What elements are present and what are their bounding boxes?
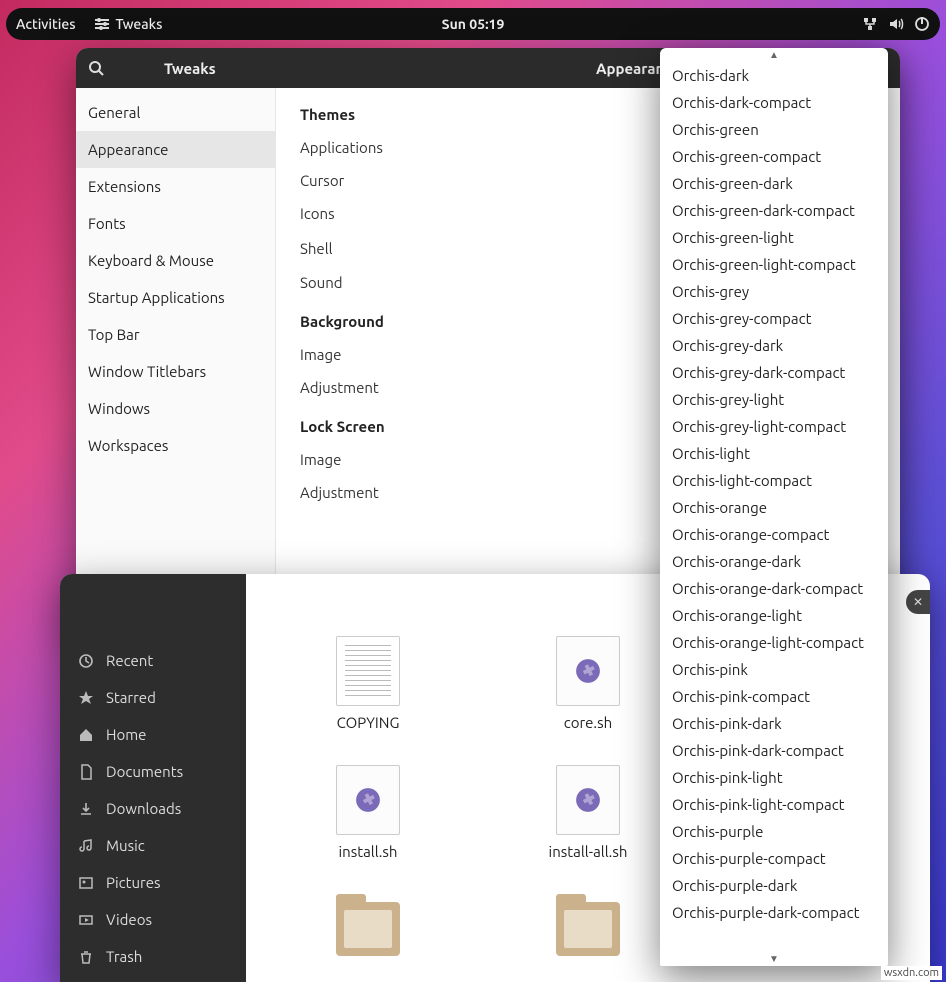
trash-icon <box>78 949 94 965</box>
app-menu[interactable]: Tweaks <box>94 16 163 32</box>
nav-home[interactable]: Home <box>60 716 246 753</box>
search-button[interactable] <box>86 58 106 78</box>
theme-option[interactable]: Orchis-dark <box>660 62 888 89</box>
theme-option[interactable]: Orchis-orange-light <box>660 602 888 629</box>
file-item[interactable]: COPYING <box>336 636 400 731</box>
theme-option[interactable]: Orchis-orange-dark <box>660 548 888 575</box>
folder-icon <box>556 894 620 964</box>
files-close-button[interactable]: ✕ <box>906 590 930 614</box>
files-sidebar: RecentStarredHomeDocumentsDownloadsMusic… <box>60 574 246 982</box>
theme-option[interactable]: Orchis-green <box>660 116 888 143</box>
theme-option[interactable]: Orchis-grey-light-compact <box>660 413 888 440</box>
music-icon <box>78 838 94 854</box>
theme-option[interactable]: Orchis-pink-light <box>660 764 888 791</box>
nav-videos[interactable]: Videos <box>60 901 246 938</box>
nav-trash[interactable]: Trash <box>60 938 246 975</box>
activities-button[interactable]: Activities <box>16 16 76 32</box>
top-bar: Activities Tweaks Sun 05:19 <box>6 8 940 40</box>
volume-icon[interactable] <box>888 16 904 32</box>
file-label: core.sh <box>564 714 612 731</box>
nav-downloads[interactable]: Downloads <box>60 790 246 827</box>
window-title: Tweaks <box>164 60 216 77</box>
file-item[interactable]: install.sh <box>336 765 400 860</box>
script-file-icon <box>556 636 620 706</box>
picture-icon <box>78 875 94 891</box>
theme-option[interactable]: Orchis-pink-dark <box>660 710 888 737</box>
theme-option[interactable]: Orchis-pink <box>660 656 888 683</box>
file-item[interactable]: core.sh <box>556 636 620 731</box>
star-icon <box>78 690 94 706</box>
sidebar-item-general[interactable]: General <box>76 94 275 131</box>
theme-option[interactable]: Orchis-orange <box>660 494 888 521</box>
theme-option[interactable]: Orchis-purple <box>660 818 888 845</box>
theme-option[interactable]: Orchis-green-dark <box>660 170 888 197</box>
scroll-down-arrow[interactable]: ▼ <box>660 952 888 966</box>
nav-documents[interactable]: Documents <box>60 753 246 790</box>
theme-dropdown[interactable]: ▲ Orchis-darkOrchis-dark-compactOrchis-g… <box>660 48 888 966</box>
nav-music[interactable]: Music <box>60 827 246 864</box>
theme-option[interactable]: Orchis-grey-compact <box>660 305 888 332</box>
theme-option[interactable]: Orchis-orange-dark-compact <box>660 575 888 602</box>
script-file-icon <box>336 765 400 835</box>
document-icon <box>78 764 94 780</box>
script-file-icon <box>556 765 620 835</box>
theme-option[interactable]: Orchis-purple-compact <box>660 845 888 872</box>
sidebar-item-startup-applications[interactable]: Startup Applications <box>76 279 275 316</box>
theme-option[interactable]: Orchis-green-light-compact <box>660 251 888 278</box>
theme-option[interactable]: Orchis-green-light <box>660 224 888 251</box>
clock[interactable]: Sun 05:19 <box>442 16 505 32</box>
home-icon <box>78 727 94 743</box>
file-item[interactable] <box>336 894 400 972</box>
file-item[interactable]: install-all.sh <box>549 765 628 860</box>
app-menu-label: Tweaks <box>116 16 163 32</box>
theme-option[interactable]: Orchis-light-compact <box>660 467 888 494</box>
theme-option[interactable]: Orchis-purple-dark-compact <box>660 899 888 926</box>
theme-option[interactable]: Orchis-grey-dark-compact <box>660 359 888 386</box>
power-icon[interactable] <box>914 16 930 32</box>
file-label: COPYING <box>337 714 400 731</box>
theme-option[interactable]: Orchis-pink-dark-compact <box>660 737 888 764</box>
theme-option[interactable]: Orchis-orange-compact <box>660 521 888 548</box>
file-label: install.sh <box>339 843 398 860</box>
clock-icon <box>78 653 94 669</box>
sidebar-item-extensions[interactable]: Extensions <box>76 168 275 205</box>
tweaks-icon <box>94 16 110 32</box>
theme-option[interactable]: Orchis-dark-compact <box>660 89 888 116</box>
theme-option[interactable]: Orchis-green-dark-compact <box>660 197 888 224</box>
nav-recent[interactable]: Recent <box>60 642 246 679</box>
nav-pictures[interactable]: Pictures <box>60 864 246 901</box>
theme-option[interactable]: Orchis-pink-compact <box>660 683 888 710</box>
theme-option[interactable]: Orchis-purple-dark <box>660 872 888 899</box>
theme-option[interactable]: Orchis-light <box>660 440 888 467</box>
sidebar-item-windows[interactable]: Windows <box>76 390 275 427</box>
theme-option[interactable]: Orchis-grey-dark <box>660 332 888 359</box>
nav-starred[interactable]: Starred <box>60 679 246 716</box>
theme-option[interactable]: Orchis-grey-light <box>660 386 888 413</box>
video-icon <box>78 912 94 928</box>
sidebar-item-appearance[interactable]: Appearance <box>76 131 275 168</box>
folder-icon <box>336 894 400 964</box>
search-icon <box>88 60 104 76</box>
file-label: install-all.sh <box>549 843 628 860</box>
theme-option[interactable]: Orchis-grey <box>660 278 888 305</box>
sidebar-item-window-titlebars[interactable]: Window Titlebars <box>76 353 275 390</box>
download-icon <box>78 801 94 817</box>
text-file-icon <box>336 636 400 706</box>
theme-option[interactable]: Orchis-orange-light-compact <box>660 629 888 656</box>
sidebar-item-workspaces[interactable]: Workspaces <box>76 427 275 464</box>
network-icon[interactable] <box>862 16 878 32</box>
theme-option[interactable]: Orchis-green-compact <box>660 143 888 170</box>
sidebar-item-top-bar[interactable]: Top Bar <box>76 316 275 353</box>
sidebar-item-fonts[interactable]: Fonts <box>76 205 275 242</box>
file-item[interactable] <box>556 894 620 972</box>
watermark: wsxdn.com <box>881 966 942 980</box>
tweaks-sidebar: GeneralAppearanceExtensionsFontsKeyboard… <box>76 88 276 634</box>
scroll-up-arrow[interactable]: ▲ <box>660 48 888 62</box>
theme-option[interactable]: Orchis-pink-light-compact <box>660 791 888 818</box>
sidebar-item-keyboard-mouse[interactable]: Keyboard & Mouse <box>76 242 275 279</box>
